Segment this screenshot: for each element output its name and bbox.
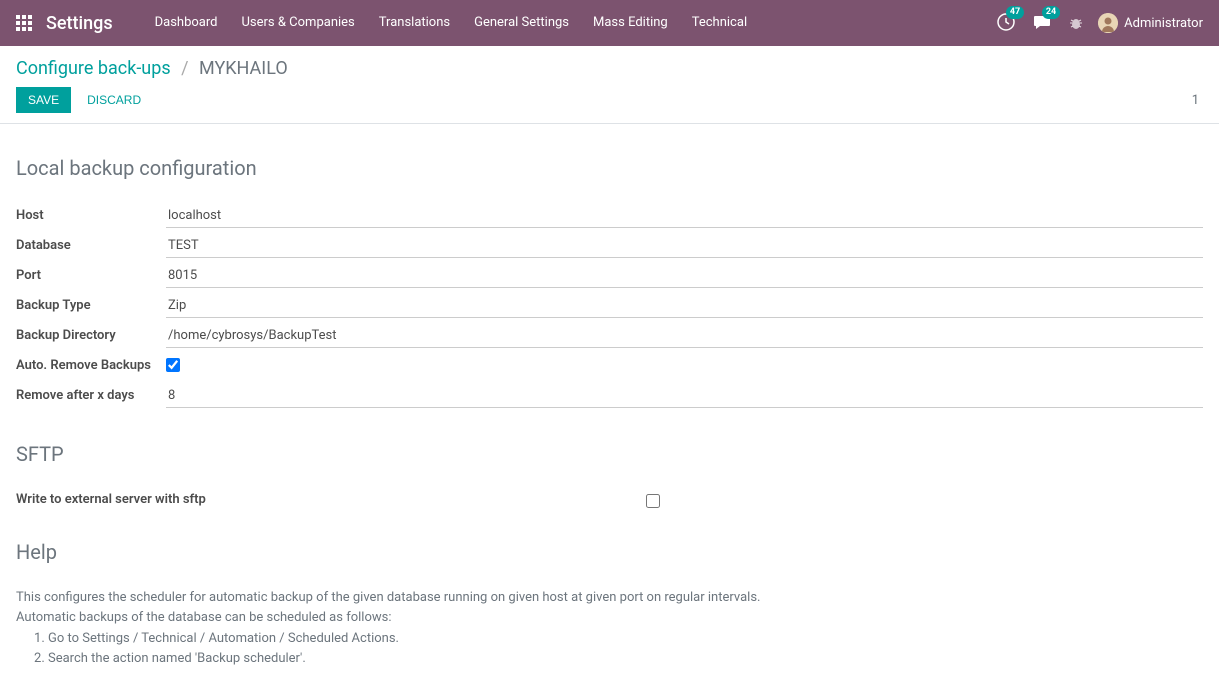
help-step1: Go to Settings / Technical / Automation …	[48, 629, 1203, 649]
input-backup-dir[interactable]	[166, 324, 1203, 348]
app-title: Settings	[46, 13, 113, 34]
save-button[interactable]: Save	[16, 87, 71, 113]
help-step2: Search the action named 'Backup schedule…	[48, 649, 1203, 669]
label-database: Database	[16, 234, 166, 255]
breadcrumb-sep: /	[181, 58, 188, 79]
section-help-title: Help	[16, 540, 1203, 564]
label-remove-after: Remove after x days	[16, 384, 166, 405]
form-content: Local backup configuration Host Database…	[0, 124, 1219, 684]
main-nav: Dashboard Users & Companies Translations…	[143, 0, 760, 46]
activity-icon[interactable]: 47	[996, 12, 1018, 34]
help-line2: Automatic backups of the database can be…	[16, 608, 1203, 628]
topbar: Settings Dashboard Users & Companies Tra…	[0, 0, 1219, 46]
nav-mass-editing[interactable]: Mass Editing	[581, 0, 680, 46]
nav-technical[interactable]: Technical	[680, 0, 759, 46]
nav-dashboard[interactable]: Dashboard	[143, 0, 230, 46]
label-port: Port	[16, 264, 166, 285]
label-sftp-write: Write to external server with sftp	[16, 492, 646, 507]
action-bar: Save Discard 1	[0, 87, 1219, 123]
topbar-right: 47 24 Administrator	[996, 12, 1203, 34]
control-panel: Configure back-ups / MYKHAILO Save Disca…	[0, 46, 1219, 124]
breadcrumb-current: MYKHAILO	[199, 58, 288, 79]
page-indicator: 1	[1192, 93, 1203, 108]
input-host[interactable]	[166, 204, 1203, 228]
section-sftp-title: SFTP	[16, 442, 1203, 466]
input-port[interactable]	[166, 264, 1203, 288]
checkbox-sftp-write[interactable]	[646, 494, 660, 508]
messages-badge: 24	[1042, 6, 1060, 19]
input-database[interactable]	[166, 234, 1203, 258]
nav-translations[interactable]: Translations	[367, 0, 462, 46]
discard-button[interactable]: Discard	[87, 93, 141, 107]
nav-general-settings[interactable]: General Settings	[462, 0, 581, 46]
checkbox-auto-remove[interactable]	[166, 358, 180, 372]
label-auto-remove: Auto. Remove Backups	[16, 354, 166, 375]
help-text: This configures the scheduler for automa…	[16, 588, 1203, 668]
nav-users-companies[interactable]: Users & Companies	[229, 0, 366, 46]
section-local-backup-title: Local backup configuration	[16, 156, 1203, 180]
input-remove-after[interactable]	[166, 384, 1203, 408]
breadcrumb: Configure back-ups / MYKHAILO	[0, 46, 1219, 87]
username: Administrator	[1124, 16, 1203, 31]
label-backup-type: Backup Type	[16, 294, 166, 315]
user-menu[interactable]: Administrator	[1098, 13, 1203, 33]
breadcrumb-link[interactable]: Configure back-ups	[16, 58, 171, 79]
label-backup-dir: Backup Directory	[16, 324, 166, 345]
input-backup-type[interactable]	[166, 294, 1203, 318]
bug-icon[interactable]	[1068, 15, 1084, 31]
avatar	[1098, 13, 1118, 33]
help-line1: This configures the scheduler for automa…	[16, 588, 1203, 608]
apps-icon[interactable]	[16, 15, 32, 31]
label-host: Host	[16, 204, 166, 225]
activity-badge: 47	[1006, 6, 1024, 19]
messages-icon[interactable]: 24	[1032, 12, 1054, 34]
